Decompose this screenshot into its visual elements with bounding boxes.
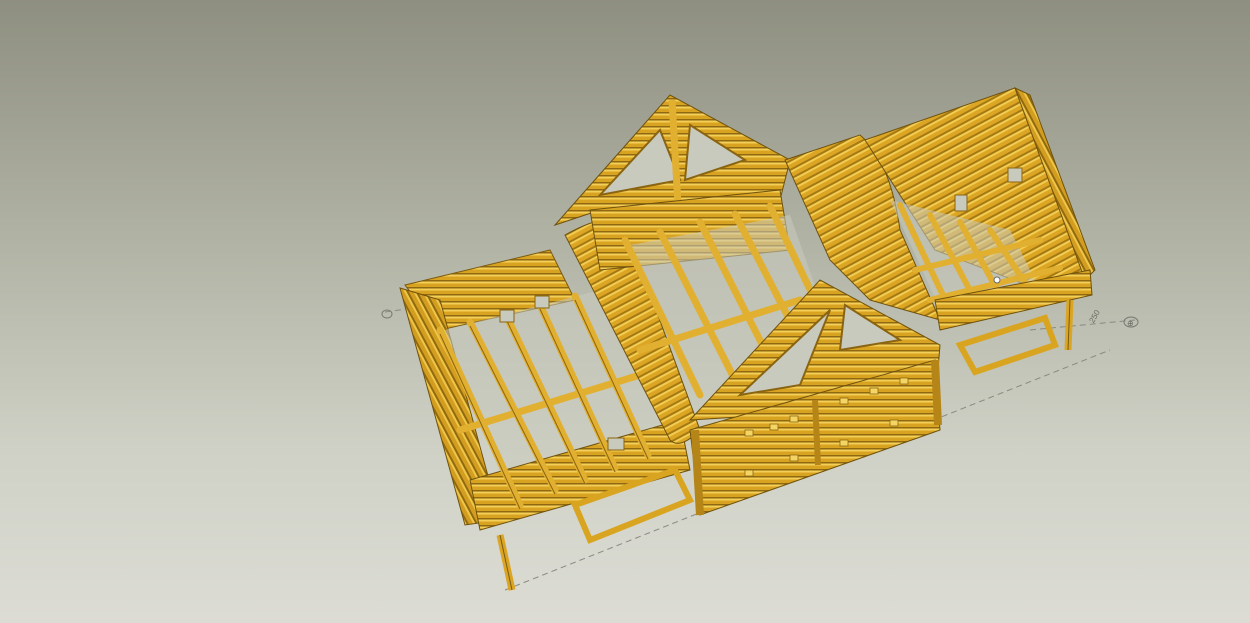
axis-marker-label: ⊕	[1127, 319, 1134, 328]
cad-3d-viewport[interactable]: ⊕ 250	[0, 0, 1250, 623]
axis-marker-right: ⊕	[1123, 316, 1139, 328]
axis-marker-left	[381, 309, 393, 319]
dimension-label: 250	[1087, 308, 1102, 325]
log-house-model[interactable]: ⊕ 250	[0, 0, 1250, 623]
